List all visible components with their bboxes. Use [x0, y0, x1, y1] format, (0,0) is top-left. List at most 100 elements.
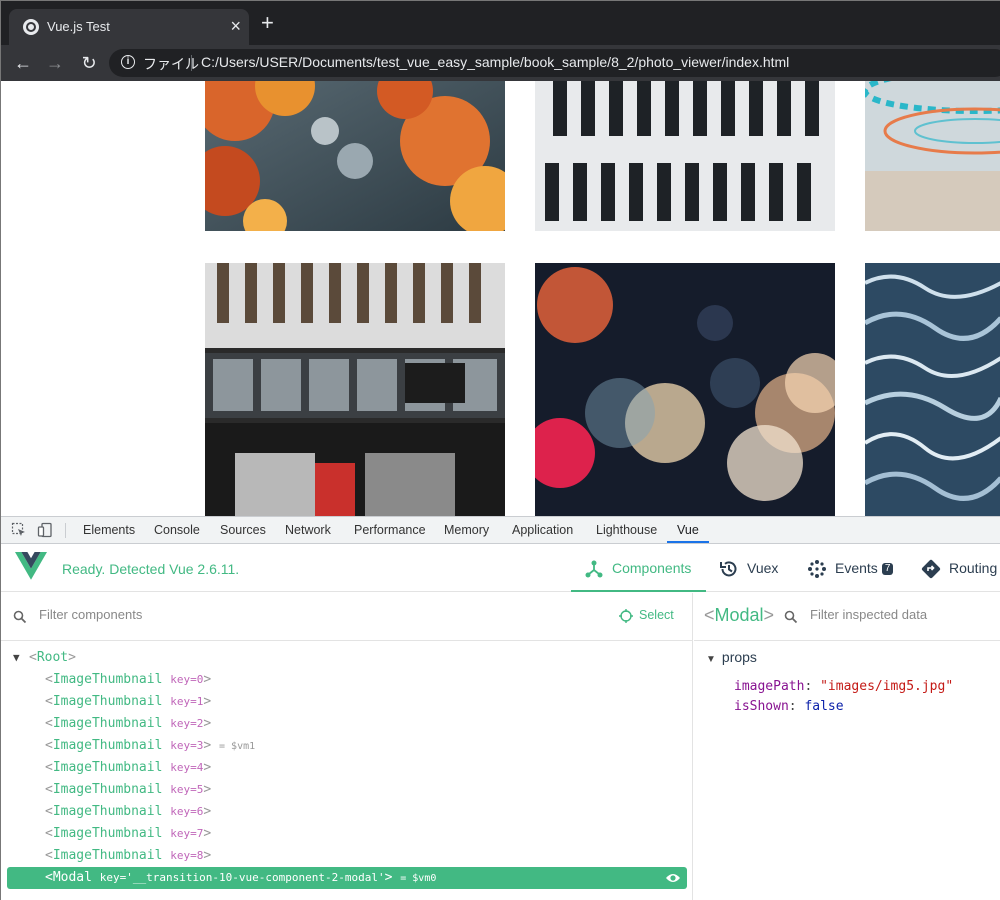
vue-devtools-header: Ready. Detected Vue 2.6.11. Components V… [1, 544, 1000, 592]
component-key: key=8 [170, 849, 204, 862]
info-icon[interactable]: i [121, 55, 135, 69]
component-key: key=6 [170, 805, 204, 818]
devtools-tab-sources[interactable]: Sources [220, 517, 266, 543]
devtools-tab-elements[interactable]: Elements [83, 517, 135, 543]
target-icon [619, 608, 633, 623]
vm-ref: = $vm1 [219, 741, 256, 752]
tree-node-row[interactable]: <ImageThumbnail key=5> [1, 779, 693, 801]
tree-root-row[interactable]: ▼ <Root> [1, 647, 693, 669]
vue-logo-icon [15, 552, 47, 580]
collapse-triangle-icon[interactable]: ▼ [706, 654, 716, 665]
inspector-pane: <Modal> ▼ props imagePath: "images/img5.j… [694, 593, 1000, 900]
filter-inspected-data-input[interactable] [810, 607, 990, 622]
search-icon [784, 610, 798, 624]
eye-icon[interactable] [665, 871, 681, 885]
inspected-component-name: Modal [714, 605, 764, 625]
autumn-leaves-image [205, 81, 505, 231]
photo-thumbnail[interactable] [535, 263, 835, 516]
prop-value[interactable]: false [804, 699, 843, 714]
vue-tab-routing[interactable]: Routing [921, 544, 997, 592]
vue-tab-vuex[interactable]: Vuex [719, 544, 778, 592]
prop-key: imagePath [734, 679, 805, 694]
component-name: ImageThumbnail [52, 672, 163, 687]
expand-triangle-icon[interactable]: ▼ [13, 647, 20, 669]
photo-thumbnail[interactable] [865, 81, 1000, 231]
photo-thumbnail[interactable] [205, 263, 505, 516]
vue-tab-components[interactable]: Components [571, 544, 706, 592]
components-tree-icon [585, 560, 603, 578]
selected-vm-ref: = $vm0 [400, 873, 437, 884]
vue-tab-vuex-label: Vuex [747, 560, 779, 576]
vue-tab-components-label: Components [612, 560, 692, 576]
component-key: key=2 [170, 717, 204, 730]
devtools-tab-console[interactable]: Console [154, 517, 200, 543]
browser-tab[interactable]: Vue.js Test × [9, 9, 249, 45]
tree-node-row[interactable]: <ImageThumbnail key=4> [1, 757, 693, 779]
prop-row[interactable]: isShown: false [734, 699, 844, 714]
browser-tab-strip: Vue.js Test × + [1, 1, 1000, 45]
vue-tab-routing-label: Routing [949, 560, 998, 576]
component-name: ImageThumbnail [52, 782, 163, 797]
tree-node-row[interactable]: <ImageThumbnail key=7> [1, 823, 693, 845]
selected-row-wrapper: <Modal key='__transition-10-vue-componen… [1, 867, 693, 889]
tree-node-row[interactable]: <ImageThumbnail key=2> [1, 713, 693, 735]
devtools-tab-performance[interactable]: Performance [354, 517, 426, 543]
forward-arrow-icon[interactable]: → [43, 51, 67, 75]
root-component-name: Root [36, 650, 69, 665]
component-name: ImageThumbnail [52, 760, 163, 775]
inspect-element-icon[interactable] [11, 522, 27, 538]
back-arrow-icon[interactable]: ← [11, 51, 35, 75]
search-icon [13, 610, 27, 624]
props-section-label: props [721, 649, 757, 665]
device-toolbar-icon[interactable] [37, 522, 53, 538]
page-viewport [1, 81, 1000, 516]
devtools-tab-application[interactable]: Application [512, 517, 573, 543]
inspected-component-title: <Modal> [704, 605, 775, 625]
tree-node-row[interactable]: <ImageThumbnail key=1> [1, 691, 693, 713]
photo-thumbnail[interactable] [205, 81, 505, 231]
prop-row[interactable]: imagePath: "images/img5.jpg" [734, 679, 953, 694]
vue-detected-status: Ready. Detected Vue 2.6.11. [62, 561, 240, 577]
devtools-tab-bar: Elements Console Sources Network Perform… [1, 517, 1000, 544]
component-name: ImageThumbnail [52, 848, 163, 863]
photo-thumbnail[interactable] [535, 81, 835, 231]
globe-icon [23, 19, 39, 35]
address-divider [191, 55, 192, 71]
tree-node-row-selected[interactable]: <Modal key='__transition-10-vue-componen… [7, 867, 687, 889]
photo-thumbnail[interactable] [865, 263, 1000, 516]
vue-tab-events[interactable]: Events 7 [807, 544, 894, 592]
ocean-waves-image [865, 263, 1000, 516]
prop-key: isShown [734, 699, 789, 714]
new-tab-button[interactable]: + [261, 12, 274, 34]
vue-tab-events-label: Events [835, 560, 878, 576]
tree-node-row[interactable]: <ImageThumbnail key=8> [1, 845, 693, 867]
tree-node-row[interactable]: <ImageThumbnail key=6> [1, 801, 693, 823]
prop-value[interactable]: "images/img5.jpg" [820, 679, 953, 694]
tree-node-row[interactable]: <ImageThumbnail key=3> = $vm1 [1, 735, 693, 757]
component-key: key=0 [170, 673, 204, 686]
devtools-tab-vue[interactable]: Vue [667, 517, 709, 543]
component-name: ImageThumbnail [52, 826, 163, 841]
devtools-tab-network[interactable]: Network [285, 517, 331, 543]
devtools-tab-memory[interactable]: Memory [444, 517, 489, 543]
light-trails-image [865, 81, 1000, 231]
component-key: key=1 [170, 695, 204, 708]
reload-icon[interactable]: ↻ [77, 51, 101, 75]
tree-node-row[interactable]: <ImageThumbnail key=0> [1, 669, 693, 691]
address-bar[interactable]: i ファイル C:/Users/USER/Documents/test_vue_… [109, 49, 1000, 77]
url-text[interactable]: C:/Users/USER/Documents/test_vue_easy_sa… [201, 54, 789, 70]
component-key: key=3 [170, 739, 204, 752]
select-component-button[interactable]: Select [619, 608, 674, 623]
filter-components-input[interactable] [39, 607, 339, 622]
tab-close-button[interactable]: × [230, 16, 241, 36]
component-key: key=7 [170, 827, 204, 840]
building-facade-image [535, 81, 835, 231]
history-icon [720, 561, 737, 577]
events-count-badge: 7 [881, 563, 894, 576]
props-section-header[interactable]: ▼ props [706, 649, 757, 665]
routing-sign-icon [921, 560, 941, 579]
component-name: ImageThumbnail [52, 694, 163, 709]
component-filter-bar: Select [1, 593, 693, 641]
devtools-tab-lighthouse[interactable]: Lighthouse [596, 517, 657, 543]
component-name: ImageThumbnail [52, 716, 163, 731]
